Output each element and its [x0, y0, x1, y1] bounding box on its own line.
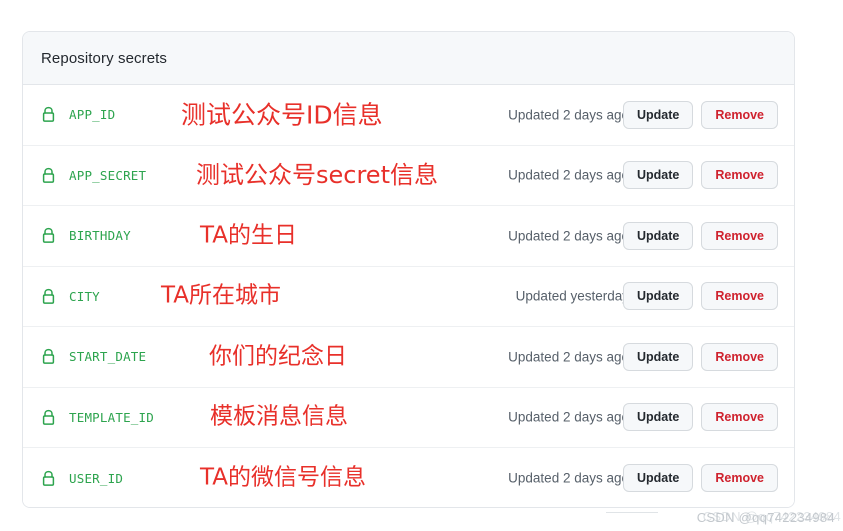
table-row: CITY TA所在城市 Updated yesterday Update Remove — [23, 266, 794, 327]
updated-timestamp: Updated 2 days ago — [508, 409, 629, 425]
secret-name: START_DATE — [69, 349, 147, 365]
secrets-list: APP_ID 测试公众号ID信息 Updated 2 days ago Update R… — [23, 85, 794, 507]
remove-button[interactable]: Remove — [701, 403, 778, 432]
lock-icon — [40, 106, 56, 124]
secret-name: CITY — [69, 288, 100, 304]
lock-icon — [40, 469, 56, 487]
remove-button[interactable]: Remove — [701, 342, 778, 371]
annotation-text: TA所在城市 — [161, 282, 281, 309]
update-button[interactable]: Update — [622, 221, 694, 250]
annotation-text: TA的微信号信息 — [200, 464, 366, 491]
updated-timestamp: Updated 2 days ago — [508, 107, 629, 123]
table-row: START_DATE 你们的纪念日 Updated 2 days ago Update… — [23, 327, 794, 388]
update-button[interactable]: Update — [622, 342, 694, 371]
remove-button[interactable]: Remove — [701, 282, 778, 311]
row-actions: Update Remove — [622, 282, 778, 311]
repository-secrets-card: Repository secrets APP_ID 测试公众号ID信息 Update… — [22, 31, 795, 508]
lock-icon — [40, 348, 56, 366]
lock-icon — [40, 287, 56, 305]
card-header: Repository secrets — [23, 32, 794, 85]
table-row: APP_SECRET 测试公众号secret信息 Updated 2 days ag… — [23, 145, 794, 206]
row-actions: Update Remove — [622, 161, 778, 190]
row-actions: Update Remove — [622, 342, 778, 371]
page-title: Repository secrets — [41, 49, 168, 67]
lock-icon — [40, 408, 56, 426]
update-button[interactable]: Update — [622, 464, 694, 493]
annotation-text: 你们的纪念日 — [209, 343, 347, 370]
remove-button[interactable]: Remove — [701, 100, 778, 129]
secret-name: BIRTHDAY — [69, 228, 131, 244]
row-actions: Update Remove — [622, 221, 778, 250]
watermark-rule — [606, 512, 658, 513]
updated-timestamp: Updated 2 days ago — [508, 228, 629, 244]
remove-button[interactable]: Remove — [701, 221, 778, 250]
update-button[interactable]: Update — [622, 282, 694, 311]
update-button[interactable]: Update — [622, 100, 694, 129]
row-actions: Update Remove — [622, 100, 778, 129]
updated-timestamp: Updated 2 days ago — [508, 349, 629, 365]
update-button[interactable]: Update — [622, 403, 694, 432]
table-row: USER_ID TA的微信号信息 Updated 2 days ago Update R… — [23, 448, 794, 507]
secret-name: USER_ID — [69, 470, 124, 486]
secret-name: APP_SECRET — [69, 167, 147, 183]
lock-icon — [40, 227, 56, 245]
annotation-text: 测试公众号ID信息 — [181, 100, 383, 130]
table-row: BIRTHDAY TA的生日 Updated 2 days ago Update Rem… — [23, 206, 794, 267]
updated-timestamp: Updated 2 days ago — [508, 470, 629, 486]
row-actions: Update Remove — [622, 403, 778, 432]
row-actions: Update Remove — [622, 464, 778, 493]
remove-button[interactable]: Remove — [701, 161, 778, 190]
secret-name: APP_ID — [69, 107, 116, 123]
table-row: TEMPLATE_ID 模板消息信息 Updated 2 days ago Updat… — [23, 387, 794, 448]
table-row: APP_ID 测试公众号ID信息 Updated 2 days ago Update R… — [23, 85, 794, 146]
watermark: CSDN @qq742234984 — [696, 510, 835, 525]
updated-timestamp: Updated 2 days ago — [508, 167, 629, 183]
lock-icon — [40, 166, 56, 184]
remove-button[interactable]: Remove — [701, 464, 778, 493]
update-button[interactable]: Update — [622, 161, 694, 190]
secret-name: TEMPLATE_ID — [69, 409, 154, 425]
annotation-text: TA的生日 — [200, 222, 297, 249]
annotation-text: 模板消息信息 — [210, 403, 348, 430]
annotation-text: 测试公众号secret信息 — [196, 161, 438, 190]
updated-timestamp: Updated yesterday — [515, 288, 629, 304]
